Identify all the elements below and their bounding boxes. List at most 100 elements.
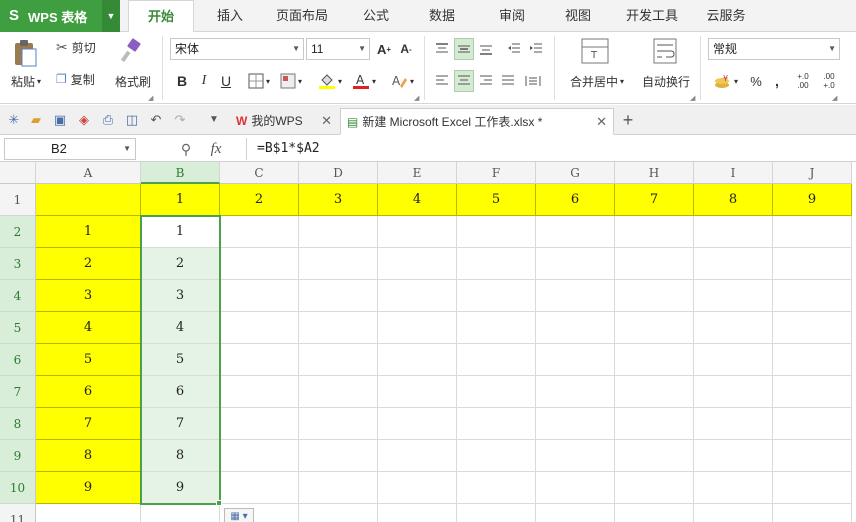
row-header-1[interactable]: 1: [0, 184, 36, 216]
cell-f1[interactable]: 5: [457, 184, 536, 216]
column-header-f[interactable]: F: [457, 162, 536, 184]
row-header-11[interactable]: 11: [0, 504, 36, 522]
cell-j3[interactable]: [773, 248, 852, 280]
cell-f9[interactable]: [457, 440, 536, 472]
borders-icon[interactable]: ▾: [244, 70, 274, 92]
tab-insert[interactable]: 插入: [204, 0, 256, 32]
cell-e7[interactable]: [378, 376, 457, 408]
cell-j4[interactable]: [773, 280, 852, 312]
bold-button[interactable]: B: [172, 70, 192, 92]
cell-c10[interactable]: [220, 472, 299, 504]
cell-j8[interactable]: [773, 408, 852, 440]
chevron-down-icon[interactable]: ▾: [37, 77, 41, 86]
cell-g1[interactable]: 6: [536, 184, 615, 216]
cell-d4[interactable]: [299, 280, 378, 312]
cell-a10[interactable]: 9: [36, 472, 141, 504]
zoom-icon[interactable]: ⚲: [176, 139, 196, 159]
increase-indent-icon[interactable]: [526, 38, 546, 60]
tab-cloud[interactable]: 云服务: [698, 0, 754, 32]
cell-e8[interactable]: [378, 408, 457, 440]
cut-button[interactable]: ✂ 剪切: [56, 38, 108, 56]
cell-f5[interactable]: [457, 312, 536, 344]
cell-f3[interactable]: [457, 248, 536, 280]
cell-j2[interactable]: [773, 216, 852, 248]
wrap-text-icon[interactable]: [648, 36, 682, 66]
cell-b3[interactable]: 2: [141, 248, 220, 280]
brush-icon[interactable]: [112, 36, 152, 66]
undo-icon[interactable]: ↶: [148, 112, 164, 128]
print-icon[interactable]: ⎙: [100, 112, 116, 128]
cell-f6[interactable]: [457, 344, 536, 376]
column-header-c[interactable]: C: [220, 162, 299, 184]
decrease-decimal-button[interactable]: .00 +.0: [818, 70, 840, 92]
autofill-options-icon[interactable]: ▦ ▾: [224, 508, 254, 522]
cell-c8[interactable]: [220, 408, 299, 440]
justify-icon[interactable]: [498, 70, 518, 92]
column-header-h[interactable]: H: [615, 162, 694, 184]
cell-d9[interactable]: [299, 440, 378, 472]
cell-b5[interactable]: 4: [141, 312, 220, 344]
cell-e6[interactable]: [378, 344, 457, 376]
grow-font-icon[interactable]: A +: [374, 38, 394, 60]
cell-d7[interactable]: [299, 376, 378, 408]
row-header-6[interactable]: 6: [0, 344, 36, 376]
cell-i2[interactable]: [694, 216, 773, 248]
cell-i8[interactable]: [694, 408, 773, 440]
cell-i7[interactable]: [694, 376, 773, 408]
cell-a9[interactable]: 8: [36, 440, 141, 472]
currency-icon[interactable]: ¥ ▾: [710, 70, 742, 92]
font-name-select[interactable]: 宋体 ▼: [170, 38, 304, 60]
column-header-j[interactable]: J: [773, 162, 852, 184]
spreadsheet-grid[interactable]: ABCDEFGHIJ112345678921132243354465576687…: [0, 162, 856, 522]
cell-f2[interactable]: [457, 216, 536, 248]
cell-f11[interactable]: [457, 504, 536, 522]
cell-a2[interactable]: 1: [36, 216, 141, 248]
percent-button[interactable]: %: [746, 70, 766, 92]
italic-button[interactable]: I: [194, 70, 214, 92]
cell-b11[interactable]: [141, 504, 220, 522]
row-header-3[interactable]: 3: [0, 248, 36, 280]
cell-b4[interactable]: 3: [141, 280, 220, 312]
cell-g9[interactable]: [536, 440, 615, 472]
cell-i6[interactable]: [694, 344, 773, 376]
cell-c4[interactable]: [220, 280, 299, 312]
tab-review[interactable]: 审阅: [486, 0, 538, 32]
cell-b7[interactable]: 6: [141, 376, 220, 408]
tab-formulas[interactable]: 公式: [350, 0, 402, 32]
cell-g3[interactable]: [536, 248, 615, 280]
export-pdf-icon[interactable]: ◈: [76, 112, 92, 128]
dialog-launcher-icon[interactable]: ◢: [148, 94, 153, 102]
cell-j11[interactable]: [773, 504, 852, 522]
formula-input[interactable]: =B$1*$A2: [246, 138, 852, 160]
cell-d5[interactable]: [299, 312, 378, 344]
underline-button[interactable]: U: [216, 70, 236, 92]
add-tab-button[interactable]: +: [620, 111, 636, 129]
cell-d6[interactable]: [299, 344, 378, 376]
cell-j5[interactable]: [773, 312, 852, 344]
increase-decimal-button[interactable]: +.0 .00: [792, 70, 814, 92]
cell-h11[interactable]: [615, 504, 694, 522]
cell-i9[interactable]: [694, 440, 773, 472]
cell-c3[interactable]: [220, 248, 299, 280]
cell-e5[interactable]: [378, 312, 457, 344]
cell-c5[interactable]: [220, 312, 299, 344]
cell-g7[interactable]: [536, 376, 615, 408]
cell-b6[interactable]: 5: [141, 344, 220, 376]
name-box[interactable]: B2 ▼: [4, 138, 136, 160]
tab-view[interactable]: 视图: [552, 0, 604, 32]
fill-color-icon[interactable]: ▾: [314, 70, 346, 92]
cell-b9[interactable]: 8: [141, 440, 220, 472]
row-header-2[interactable]: 2: [0, 216, 36, 248]
cell-e3[interactable]: [378, 248, 457, 280]
cell-h9[interactable]: [615, 440, 694, 472]
row-header-8[interactable]: 8: [0, 408, 36, 440]
save-icon[interactable]: ▣: [52, 112, 68, 128]
redo-icon[interactable]: ↷: [172, 112, 188, 128]
cell-c2[interactable]: [220, 216, 299, 248]
tab-home[interactable]: 开始: [128, 0, 194, 33]
cell-e10[interactable]: [378, 472, 457, 504]
close-icon[interactable]: ✕: [321, 108, 332, 134]
align-right-icon[interactable]: [476, 70, 496, 92]
dialog-launcher-icon[interactable]: ◢: [832, 94, 837, 102]
cell-f8[interactable]: [457, 408, 536, 440]
